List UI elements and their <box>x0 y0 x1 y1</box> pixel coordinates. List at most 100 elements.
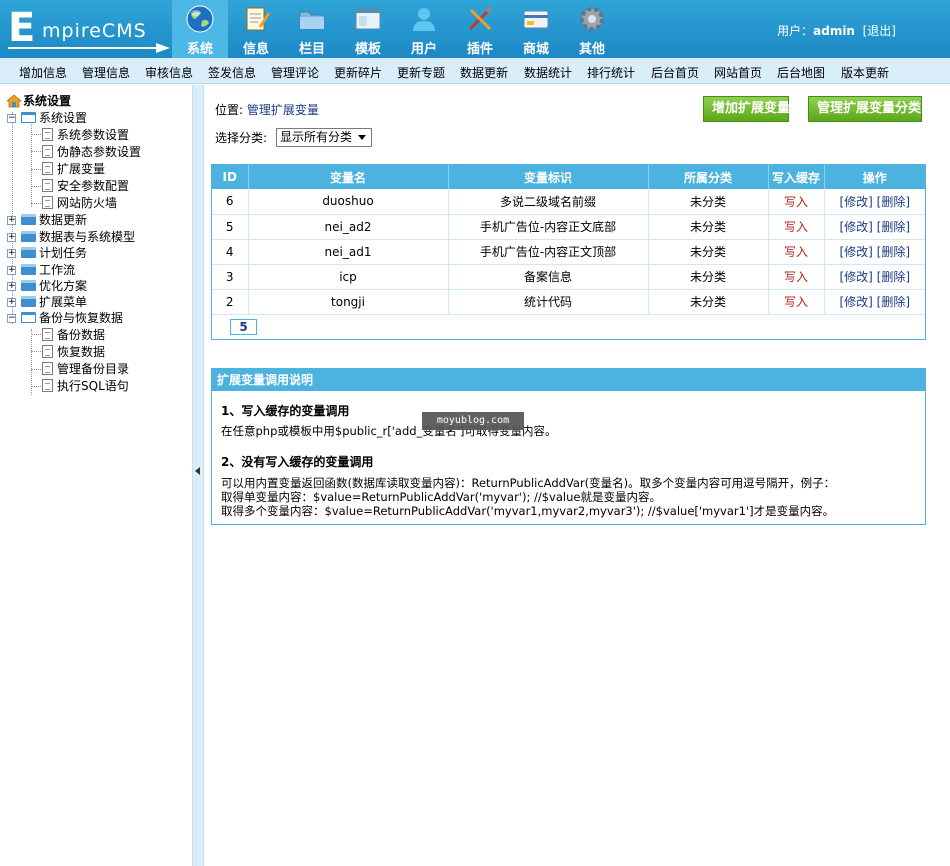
edit-link[interactable]: [修改] <box>839 220 872 234</box>
tree-leaf-label: 执行SQL语句 <box>57 379 129 393</box>
collapse-toggle-icon[interactable]: − <box>7 114 16 123</box>
delete-link[interactable]: [删除] <box>877 195 910 209</box>
expand-toggle-icon[interactable]: + <box>7 282 16 291</box>
ext-var-table: ID 变量名 变量标识 所属分类 写入缓存 操作 6 duoshuo 多说二级域… <box>211 164 926 340</box>
write-cache-link[interactable]: 写入 <box>784 295 808 309</box>
quicknav-update-topics[interactable]: 更新专题 <box>397 64 445 81</box>
quicknav-manage-info[interactable]: 管理信息 <box>82 64 130 81</box>
delete-link[interactable]: [删除] <box>877 220 910 234</box>
help-heading-uncached: 2、没有写入缓存的变量调用 <box>221 455 374 469</box>
collapse-left-icon[interactable] <box>195 467 200 475</box>
nav-column[interactable]: 栏目 <box>284 0 340 58</box>
nav-label: 信息 <box>242 42 269 57</box>
add-ext-var-button[interactable]: 增加扩展变量 <box>703 96 790 122</box>
nav-system[interactable]: 系统 <box>172 0 228 58</box>
collapse-toggle-icon[interactable]: − <box>7 314 16 323</box>
folder-icon <box>21 280 36 291</box>
quicknav-admin-home[interactable]: 后台首页 <box>651 64 699 81</box>
cell-cache: 写入 <box>768 264 825 290</box>
cell-category: 未分类 <box>648 289 769 315</box>
quicknav-sign-info[interactable]: 签发信息 <box>208 64 256 81</box>
usage-help-panel: 扩展变量调用说明 1、写入缓存的变量调用 在任意php或模板中用$public_… <box>211 368 926 525</box>
edit-link[interactable]: [修改] <box>839 245 872 259</box>
expand-toggle-icon[interactable]: + <box>7 233 16 242</box>
cell-var-label: 备案信息 <box>448 264 649 290</box>
table-row: 3 icp 备案信息 未分类 写入 [修改] [删除] <box>212 264 925 290</box>
tree-node-ext-menu[interactable]: + 扩展菜单 <box>7 294 187 310</box>
tools-icon <box>468 7 492 31</box>
tree-node-label: 计划任务 <box>39 246 88 260</box>
breadcrumb-link[interactable]: 管理扩展变量 <box>247 103 319 117</box>
document-icon <box>42 145 53 158</box>
expand-toggle-icon[interactable]: + <box>7 249 16 258</box>
delete-link[interactable]: [删除] <box>877 245 910 259</box>
quicknav-add-info[interactable]: 增加信息 <box>19 64 67 81</box>
empirecms-logo[interactable]: E mpireCMS <box>6 7 171 53</box>
nav-template[interactable]: 模板 <box>340 0 396 58</box>
col-category: 所属分类 <box>648 165 769 189</box>
quicknav-site-home[interactable]: 网站首页 <box>714 64 762 81</box>
write-cache-link[interactable]: 写入 <box>784 195 808 209</box>
tree-guide-line <box>31 169 41 170</box>
tree-node-label: 备份与恢复数据 <box>39 311 124 325</box>
logo-text: mpireCMS <box>42 20 147 42</box>
cell-var-name: nei_ad2 <box>248 214 449 240</box>
tree-node-workflow[interactable]: + 工作流 <box>7 262 187 278</box>
quicknav-admin-map[interactable]: 后台地图 <box>777 64 825 81</box>
tree-node-tables-models[interactable]: + 数据表与系统模型 <box>7 229 187 245</box>
write-cache-link[interactable]: 写入 <box>784 220 808 234</box>
tree-node-label: 扩展菜单 <box>39 295 88 309</box>
cell-var-name: nei_ad1 <box>248 239 449 265</box>
user-info: 用户：admin [退出] <box>777 22 896 39</box>
delete-link[interactable]: [删除] <box>877 295 910 309</box>
tree-node-backup-restore[interactable]: − 备份与恢复数据 <box>7 310 187 326</box>
cell-var-label: 统计代码 <box>448 289 649 315</box>
quicknav-update-fragments[interactable]: 更新碎片 <box>334 64 382 81</box>
tree-guide-line <box>31 351 41 352</box>
cell-cache: 写入 <box>768 189 825 215</box>
document-icon <box>42 128 53 141</box>
category-select[interactable]: 显示所有分类 <box>276 128 372 147</box>
nav-shop[interactable]: 商城 <box>508 0 564 58</box>
nav-plugin[interactable]: 插件 <box>452 0 508 58</box>
write-cache-link[interactable]: 写入 <box>784 270 808 284</box>
nav-user[interactable]: 用户 <box>396 0 452 58</box>
edit-link[interactable]: [修改] <box>839 270 872 284</box>
manage-var-category-button[interactable]: 管理扩展变量分类 <box>808 96 922 122</box>
cell-category: 未分类 <box>648 189 769 215</box>
logout-link[interactable]: [退出] <box>863 24 896 38</box>
expand-toggle-icon[interactable]: + <box>7 266 16 275</box>
edit-link[interactable]: [修改] <box>839 295 872 309</box>
quicknav-review-info[interactable]: 审核信息 <box>145 64 193 81</box>
edit-link[interactable]: [修改] <box>839 195 872 209</box>
cell-id: 5 <box>212 214 249 240</box>
tree-node-data-update[interactable]: + 数据更新 <box>7 212 187 228</box>
expand-toggle-icon[interactable]: + <box>7 298 16 307</box>
write-cache-link[interactable]: 写入 <box>784 245 808 259</box>
document-icon <box>42 162 53 175</box>
tree-leaf-label: 伪静态参数设置 <box>57 145 142 159</box>
quicknav-version-update[interactable]: 版本更新 <box>841 64 889 81</box>
help-heading-cached: 1、写入缓存的变量调用 <box>221 404 350 418</box>
quicknav-data-stats[interactable]: 数据统计 <box>524 64 572 81</box>
tree-leaf-label: 备份数据 <box>57 328 106 342</box>
folder-icon <box>21 247 36 258</box>
tree-node-system-settings[interactable]: − 系统设置 <box>7 110 187 126</box>
top-header: E mpireCMS 系统 信息 栏目 模板 用户 插件 商城 其他 用户：ad… <box>0 0 950 58</box>
nav-other[interactable]: 其他 <box>564 0 620 58</box>
quicknav-rank-stats[interactable]: 排行统计 <box>587 64 635 81</box>
tree-node-scheduled-tasks[interactable]: + 计划任务 <box>7 245 187 261</box>
tree-node-optimization[interactable]: + 优化方案 <box>7 278 187 294</box>
delete-link[interactable]: [删除] <box>877 270 910 284</box>
sidebar-splitter[interactable] <box>192 85 204 866</box>
breadcrumb: 位置: 管理扩展变量 <box>215 101 319 118</box>
tree-leaf-label: 安全参数配置 <box>57 179 130 193</box>
quicknav-data-update[interactable]: 数据更新 <box>460 64 508 81</box>
tree-guide-line <box>31 334 41 335</box>
globe-icon <box>186 5 214 33</box>
cell-id: 3 <box>212 264 249 290</box>
expand-toggle-icon[interactable]: + <box>7 216 16 225</box>
nav-info[interactable]: 信息 <box>228 0 284 58</box>
quicknav-manage-comments[interactable]: 管理评论 <box>271 64 319 81</box>
cell-var-label: 手机广告位-内容正文底部 <box>448 214 649 240</box>
